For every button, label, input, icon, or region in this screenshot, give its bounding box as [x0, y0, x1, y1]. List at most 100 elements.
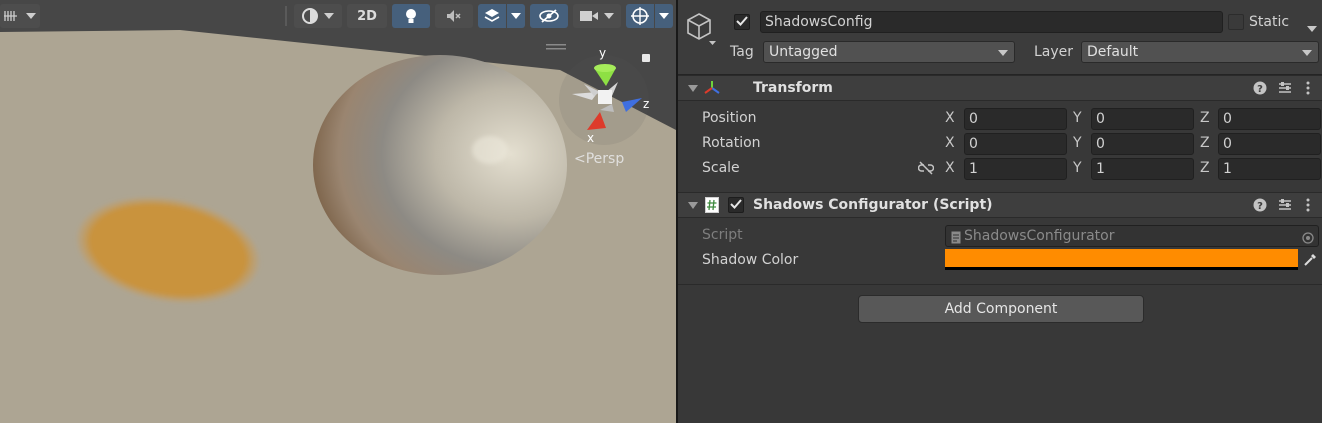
scene-visibility-toggle[interactable] — [530, 4, 568, 28]
chevron-down-icon — [604, 13, 614, 19]
shadow-color-swatch[interactable] — [945, 249, 1298, 270]
layer-label: Layer — [1034, 44, 1074, 60]
position-y-field[interactable]: 0 — [1091, 108, 1194, 130]
axis-z-label: Z — [1200, 135, 1210, 151]
add-component-button[interactable]: Add Component — [858, 295, 1144, 323]
kebab-menu-icon[interactable] — [1305, 198, 1319, 212]
grid-snap-dropdown[interactable] — [0, 4, 40, 28]
projection-toggle[interactable]: <Persp — [574, 151, 624, 167]
foldout-arrow-icon[interactable] — [688, 202, 698, 209]
grid-snap-icon — [4, 9, 18, 23]
chevron-down-icon — [511, 13, 521, 19]
shadow-color-label: Shadow Color — [702, 252, 799, 268]
chevron-down-icon — [998, 50, 1008, 56]
rotation-y-field[interactable]: 0 — [1091, 133, 1194, 155]
orientation-gizmo — [559, 55, 649, 145]
position-label: Position — [702, 110, 757, 126]
gameobject-header: ShadowsConfig Static Tag Untagged Layer … — [678, 0, 1322, 75]
axis-x-label: X — [945, 160, 955, 176]
shading-mode-icon — [302, 8, 318, 24]
script-reference-field[interactable]: ShadowsConfigurator — [945, 225, 1319, 247]
help-icon[interactable]: ? — [1253, 81, 1267, 95]
help-icon[interactable]: ? — [1253, 198, 1267, 212]
gizmo-axis-y-label: y — [599, 46, 607, 60]
toggle-2d-button[interactable]: 2D — [347, 4, 387, 28]
transform-icon — [704, 81, 720, 95]
script-file-icon — [951, 230, 961, 246]
rotation-x-field[interactable]: 0 — [964, 133, 1067, 155]
chevron-down-icon — [1302, 50, 1312, 56]
projection-label: Persp — [585, 151, 625, 167]
scale-x-field[interactable]: 1 — [964, 158, 1067, 180]
csharp-script-icon — [705, 197, 719, 213]
axis-z-label: Z — [1200, 160, 1210, 176]
presets-icon[interactable] — [1278, 81, 1292, 95]
checkmark-icon — [736, 14, 748, 30]
shading-mode-dropdown[interactable] — [294, 4, 342, 28]
effects-icon — [484, 8, 500, 24]
script-enabled-checkbox[interactable] — [728, 197, 744, 213]
lighting-toggle[interactable] — [392, 4, 430, 28]
audio-icon — [446, 9, 462, 23]
scale-z-field[interactable]: 1 — [1218, 158, 1321, 180]
axis-y-label: Y — [1073, 160, 1082, 176]
presets-icon[interactable] — [1278, 198, 1292, 212]
axis-x-label: X — [945, 110, 955, 126]
chevron-down-icon — [324, 13, 334, 19]
effects-toggle[interactable] — [478, 4, 506, 28]
constrain-proportions-icon[interactable] — [917, 161, 935, 179]
gizmos-toggle[interactable] — [626, 4, 654, 28]
gameobject-cube-icon[interactable] — [686, 12, 716, 50]
foldout-arrow-icon[interactable] — [688, 85, 698, 92]
object-picker-icon[interactable] — [1302, 230, 1314, 246]
eyedropper-icon[interactable] — [1303, 253, 1317, 271]
layer-dropdown[interactable]: Default — [1081, 41, 1319, 63]
script-component-title: Shadows Configurator (Script) — [753, 197, 993, 213]
sphere-object — [313, 55, 567, 275]
active-checkbox[interactable] — [734, 14, 750, 30]
position-z-field[interactable]: 0 — [1218, 108, 1321, 130]
script-component-header[interactable]: Shadows Configurator (Script) ? — [678, 192, 1322, 218]
toolbar-separator — [285, 6, 287, 26]
gizmo-axis-x-label: x — [587, 131, 595, 145]
toggle-2d-label: 2D — [357, 8, 377, 24]
persp-arrow-icon: < — [574, 151, 586, 167]
transform-title: Transform — [753, 80, 833, 96]
chevron-down-icon — [659, 13, 669, 19]
lighting-icon — [405, 8, 417, 24]
chevron-down-icon[interactable] — [1307, 20, 1317, 36]
visibility-icon — [539, 9, 559, 23]
kebab-menu-icon[interactable] — [1305, 81, 1319, 95]
camera-icon — [580, 10, 598, 22]
scale-label: Scale — [702, 160, 740, 176]
script-label: Script — [702, 227, 743, 243]
tag-dropdown[interactable]: Untagged — [763, 41, 1015, 63]
component-separator — [678, 284, 1322, 285]
scene-toolbar: 2D — [0, 0, 676, 32]
svg-text:?: ? — [1257, 84, 1263, 95]
audio-toggle[interactable] — [435, 4, 473, 28]
inspector-panel: ShadowsConfig Static Tag Untagged Layer … — [678, 0, 1322, 423]
gizmo-axis-z-label: z — [643, 97, 650, 111]
position-x-field[interactable]: 0 — [964, 108, 1067, 130]
layer-value: Default — [1087, 44, 1139, 60]
chevron-down-icon — [26, 13, 36, 19]
rotation-z-field[interactable]: 0 — [1218, 133, 1321, 155]
camera-dropdown[interactable] — [573, 4, 621, 28]
script-reference-value: ShadowsConfigurator — [964, 228, 1115, 244]
checkmark-icon — [730, 197, 742, 213]
transform-header[interactable]: Transform ? — [678, 75, 1322, 101]
object-name-field[interactable]: ShadowsConfig — [760, 11, 1223, 33]
gizmos-dropdown[interactable] — [655, 4, 673, 28]
scene-view[interactable]: y z x <Persp 2D — [0, 0, 676, 423]
static-label: Static — [1249, 14, 1290, 30]
effects-dropdown[interactable] — [507, 4, 525, 28]
scene-viewport — [0, 0, 676, 423]
scale-y-field[interactable]: 1 — [1091, 158, 1194, 180]
axis-z-label: Z — [1200, 110, 1210, 126]
svg-text:?: ? — [1257, 201, 1263, 212]
axis-y-label: Y — [1073, 110, 1082, 126]
tag-label: Tag — [730, 44, 754, 60]
static-checkbox[interactable] — [1228, 14, 1244, 30]
gizmos-icon — [631, 7, 649, 25]
